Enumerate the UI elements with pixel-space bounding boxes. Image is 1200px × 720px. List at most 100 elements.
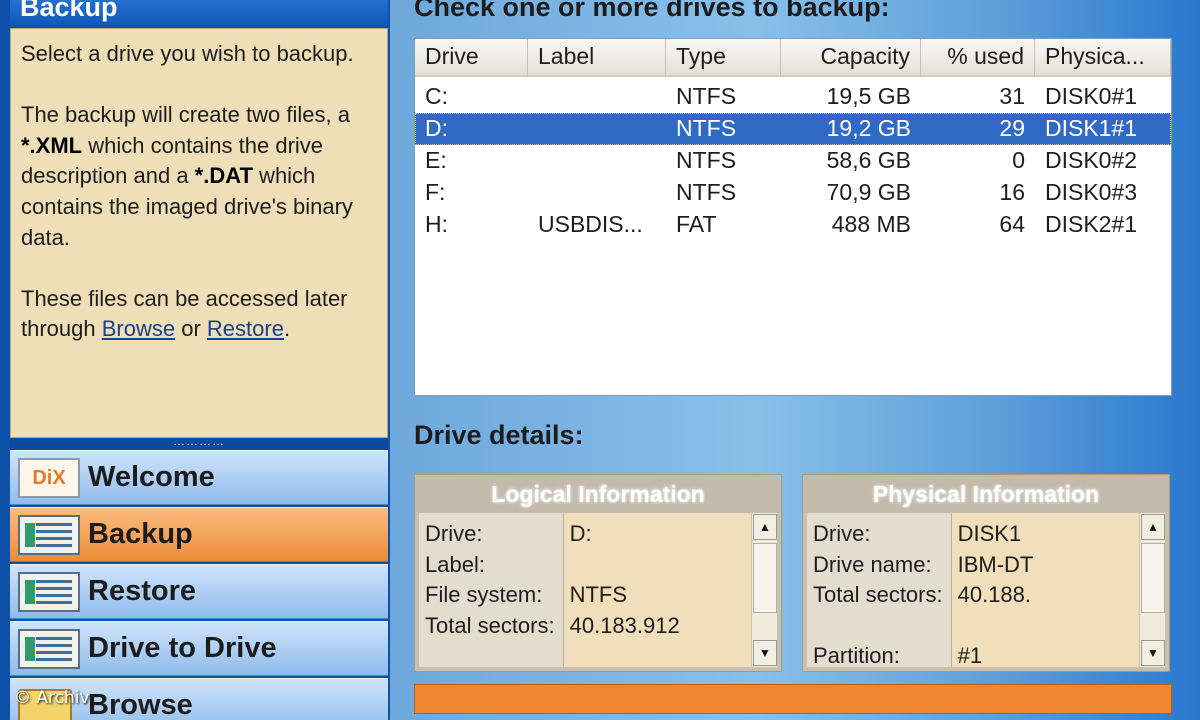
cell-label: [528, 177, 666, 209]
table-row[interactable]: F: NTFS 70,9 GB 16 DISK0#3: [415, 177, 1171, 209]
scroll-down-icon[interactable]: ▼: [753, 640, 777, 666]
physical-info-heading: Physical Information: [803, 475, 1169, 513]
nav-label: Drive to Drive: [88, 632, 277, 664]
info-value: #1: [957, 643, 983, 667]
logical-info-keys: Drive: Label: File system: Total sectors:: [419, 513, 564, 667]
scroll-down-icon[interactable]: ▼: [1141, 640, 1165, 666]
cell-capacity: 488 MB: [831, 211, 911, 237]
logical-info-values: D: NTFS 40.183.912: [563, 513, 751, 667]
task-pane: Backup Select a drive you wish to backup…: [0, 0, 390, 720]
info-key: [813, 611, 943, 642]
info-key: Drive:: [813, 521, 871, 546]
scroll-thumb[interactable]: [1141, 543, 1165, 613]
column-header-used[interactable]: % used: [921, 39, 1035, 77]
nav-label: Backup: [88, 518, 193, 550]
backup-icon: [18, 514, 80, 555]
nav-welcome[interactable]: DiX Welcome: [10, 450, 388, 505]
cell-type: NTFS: [676, 179, 737, 205]
column-header-type[interactable]: Type: [666, 39, 781, 77]
cell-physical: DISK0#1: [1045, 83, 1138, 109]
physical-info-panel: Physical Information Drive: Drive name: To…: [802, 474, 1170, 672]
cell-type: NTFS: [676, 115, 737, 141]
copyright-watermark: © Archiv: [14, 688, 90, 708]
info-value: [570, 550, 745, 581]
browse-link[interactable]: Browse: [102, 316, 175, 341]
cell-physical: DISK1#1: [1045, 115, 1138, 141]
info-value: DISK1: [957, 521, 1022, 546]
table-row[interactable]: E: NTFS 58,6 GB 0 DISK0#2: [415, 145, 1171, 177]
table-row[interactable]: H: USBDIS... FAT 488 MB 64 DISK2#1: [415, 209, 1171, 241]
drive-table[interactable]: Drive Label Type Capacity % used Physica…: [414, 38, 1172, 396]
help-title: Backup: [10, 0, 388, 26]
help-paragraph-1: Select a drive you wish to backup.: [21, 41, 354, 66]
info-key: Label:: [425, 551, 485, 577]
cell-drive: C:: [425, 83, 448, 109]
info-value: 40.188.: [957, 582, 1032, 607]
table-row[interactable]: C: NTFS 19,5 GB 31 DISK0#1: [415, 81, 1171, 113]
cell-physical: DISK0#2: [1045, 147, 1138, 173]
scroll-up-icon[interactable]: ▲: [1141, 514, 1165, 540]
cell-used: 31: [999, 83, 1025, 109]
physical-scrollbar[interactable]: ▲ ▼: [1139, 513, 1165, 667]
logical-scrollbar[interactable]: ▲ ▼: [751, 513, 777, 667]
details-title: Drive details:: [414, 420, 584, 450]
help-text: The backup will create two files, a: [21, 102, 350, 128]
cell-type: NTFS: [676, 83, 737, 109]
pane-splitter[interactable]: …………: [10, 435, 388, 450]
table-header: Drive Label Type Capacity % used Physica…: [415, 39, 1171, 77]
help-box: Select a drive you wish to backup. The b…: [10, 28, 388, 438]
help-text: or: [175, 316, 207, 342]
help-paragraph-2: The backup will create two files, a *.XM…: [21, 100, 377, 253]
nav-label: Restore: [88, 575, 196, 607]
nav-label: Welcome: [88, 461, 215, 493]
cell-label: USBDIS...: [538, 211, 643, 237]
info-value: IBM-DT: [957, 551, 1034, 577]
logical-info-heading: Logical Information: [415, 475, 781, 513]
info-value: D:: [569, 521, 592, 546]
help-text: .: [283, 316, 291, 342]
cell-type: FAT: [676, 211, 717, 237]
table-body: C: NTFS 19,5 GB 31 DISK0#1 D: NTFS 19,2 GB 29 DIS…: [415, 81, 1171, 241]
info-value: [958, 611, 1133, 642]
cell-capacity: 58,6 GB: [826, 147, 911, 173]
scroll-up-icon[interactable]: ▲: [753, 514, 777, 540]
restore-link[interactable]: Restore: [207, 316, 284, 341]
main-content: Check one or more drives to backup: Driv…: [390, 0, 1200, 720]
info-key: Drive name:: [813, 551, 932, 577]
nav-label: Browse: [88, 689, 193, 720]
restore-icon: [18, 571, 80, 612]
cell-capacity: 19,2 GB: [826, 115, 911, 141]
drive-to-drive-icon: [18, 628, 80, 669]
column-header-drive[interactable]: Drive: [415, 39, 528, 77]
dat-extension: *.DAT: [194, 163, 253, 189]
info-key: Partition:: [813, 643, 900, 668]
cell-drive: H:: [425, 211, 448, 237]
dix-logo-icon: DiX: [18, 457, 80, 498]
cell-drive: E:: [425, 147, 447, 173]
column-header-capacity[interactable]: Capacity: [781, 39, 921, 77]
cell-label: [528, 145, 666, 177]
column-header-label[interactable]: Label: [528, 39, 666, 77]
cell-physical: DISK0#3: [1045, 179, 1138, 205]
info-key: Total sectors:: [813, 582, 943, 607]
nav-backup[interactable]: Backup: [10, 507, 388, 562]
cell-drive: D:: [425, 115, 448, 141]
cell-used: 64: [999, 211, 1025, 237]
cell-capacity: 19,5 GB: [826, 83, 911, 109]
scroll-thumb[interactable]: [753, 543, 777, 613]
help-paragraph-3: These files can be accessed later throug…: [21, 284, 377, 345]
physical-info-values: DISK1 IBM-DT 40.188. #1: [951, 513, 1139, 667]
logical-info-body: Drive: Label: File system: Total sectors: D…: [419, 513, 751, 667]
nav-restore[interactable]: Restore: [10, 564, 388, 619]
column-header-physical[interactable]: Physica...: [1035, 39, 1171, 77]
info-value: 40.183.912: [569, 612, 680, 638]
info-value: NTFS: [569, 582, 628, 607]
cell-label: [528, 81, 666, 113]
info-key: Drive:: [425, 521, 483, 546]
physical-info-body: Drive: Drive name: Total sectors: Partition…: [807, 513, 1139, 668]
progress-bar: [414, 684, 1172, 714]
cell-drive: F:: [425, 179, 446, 205]
nav-drive-to-drive[interactable]: Drive to Drive: [10, 621, 388, 676]
table-row[interactable]: D: NTFS 19,2 GB 29 DISK1#1: [415, 113, 1171, 145]
cell-used: 0: [1012, 147, 1025, 173]
